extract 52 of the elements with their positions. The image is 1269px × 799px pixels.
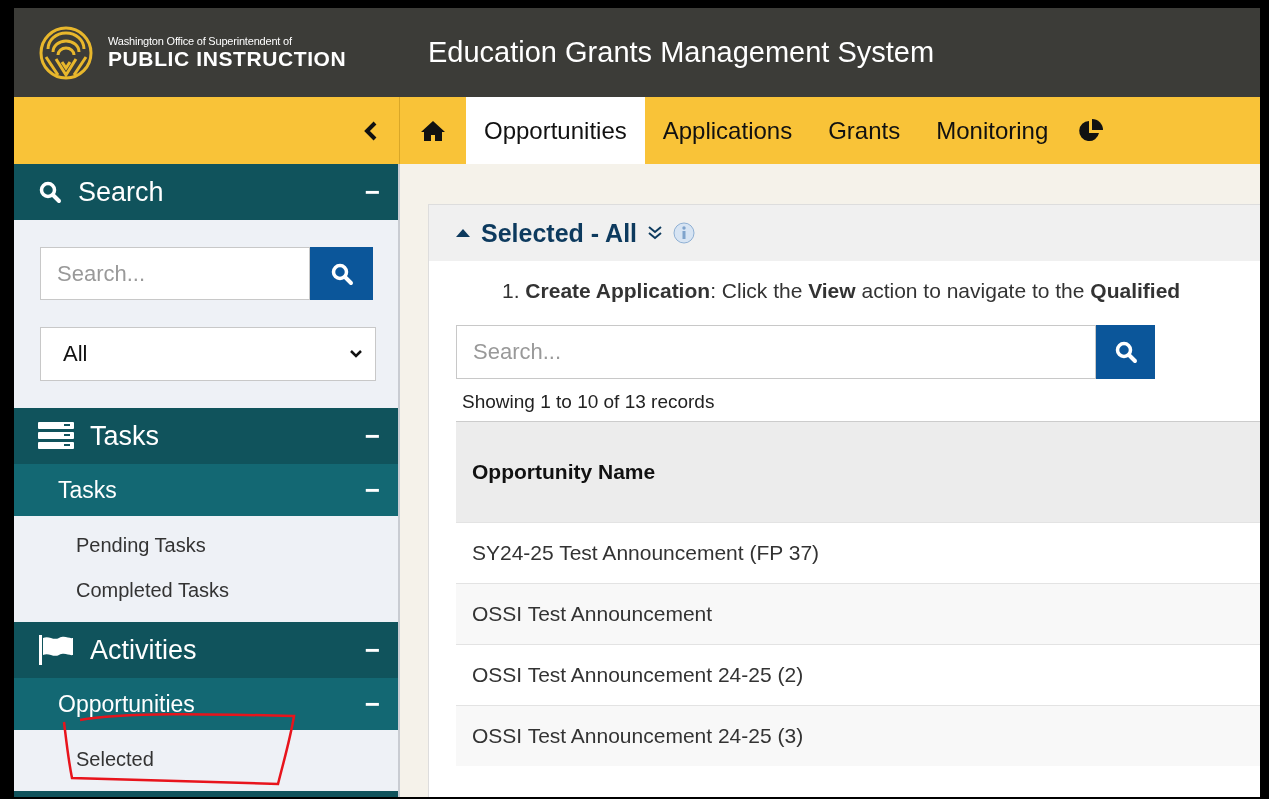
org-name: PUBLIC INSTRUCTION [108,46,347,71]
home-icon [420,119,446,142]
double-chevron-icon [647,225,664,241]
search-icon [329,261,354,286]
section-header[interactable]: Tasks − [14,408,398,464]
pie-chart-icon [1078,117,1105,144]
search-field[interactable]: Search... [40,247,310,300]
panel-title: Selected - All [481,218,638,248]
subsection-header[interactable]: Tasks − [14,464,398,516]
table-cell-text: OSSI Test Announcement 24-25 (2) [471,663,804,687]
section-title: Tasks [90,420,161,452]
collapse-toggle[interactable]: − [364,176,380,208]
logo-icon [38,24,94,81]
search-icon [1113,340,1138,364]
flag-icon [38,634,74,666]
section-title: Search [78,176,165,208]
chevron-down-icon [349,349,363,359]
subsection-title: Tasks [58,476,118,504]
table-cell-text: OSSI Test Announcement [471,602,713,626]
filter-dropdown[interactable]: All [40,327,376,381]
menu-link[interactable]: Pending Tasks [14,522,398,567]
record-count: Showing 1 to 10 of 13 records [461,390,716,414]
nav-tab[interactable]: Monitoring [918,97,1067,164]
collapse-toggle[interactable]: − [364,634,380,666]
column-header[interactable]: Opportunity Name [456,460,656,484]
search-button[interactable] [310,247,373,300]
menu-link[interactable]: Completed Tasks [14,567,398,612]
search-field[interactable]: Search... [456,325,1096,379]
search-icon [38,180,62,204]
collapse-toggle[interactable]: − [364,474,380,506]
instruction-text: 1. Create Application: Click the View action to navigate to the Qualified [501,278,1182,303]
subsection-header[interactable]: Opportunities − [14,678,398,730]
list-icon [38,421,74,451]
search-button[interactable] [1096,325,1155,379]
chevron-left-icon [363,119,379,142]
section-header[interactable]: Activities − [14,622,398,678]
table-cell-text: SY24-25 Test Announcement (FP 37) [471,541,820,565]
caret-up-icon [455,228,471,238]
collapse-toggle[interactable]: − [364,420,380,452]
collapse-toggle[interactable]: − [364,688,380,720]
table-cell-text: OSSI Test Announcement 24-25 (3) [471,724,804,748]
menu-link[interactable]: Selected [14,736,398,781]
section-header[interactable]: Search − [14,164,398,220]
dropdown-value: All [63,341,88,367]
info-icon [673,222,696,244]
nav-tab[interactable]: Applications [644,97,811,164]
section-title: Activities [90,634,198,666]
subsection-title: Opportunities [58,690,196,718]
org-subtitle: Washington Office of Superintendent of [108,34,293,47]
app-title: Education Grants Management System [427,36,935,69]
nav-tab[interactable]: Grants [810,97,919,164]
nav-tab[interactable]: Opportunities [466,97,645,164]
